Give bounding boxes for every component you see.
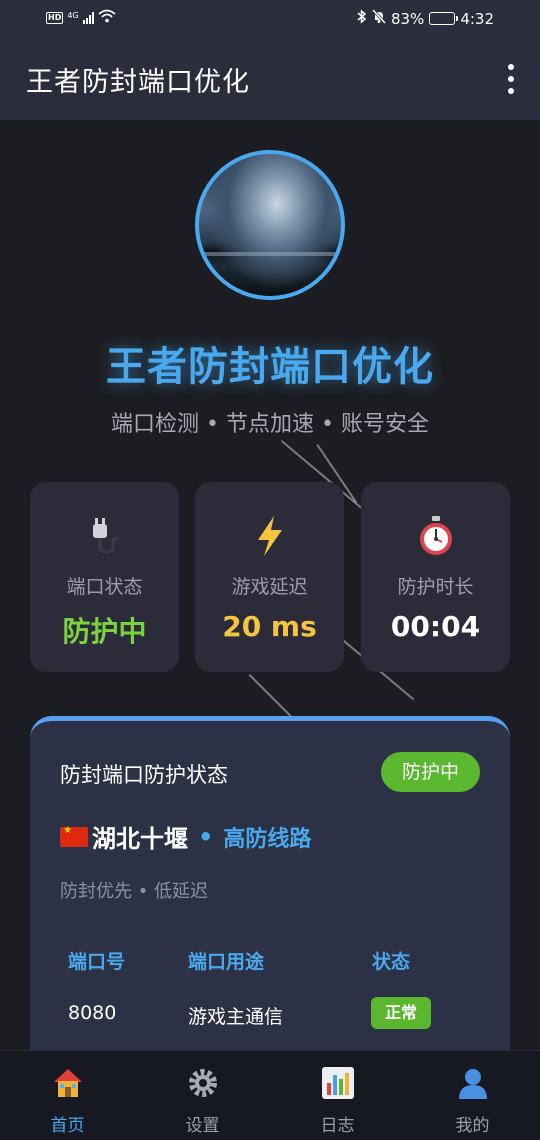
stat-label: 防护时长 [397, 576, 474, 598]
battery-percent: 83% [390, 9, 425, 28]
stat-value: 防护中 [62, 615, 147, 648]
feature-tags: 防封优先 • 低延迟 [60, 881, 209, 902]
port-status-badge: 正常 [371, 997, 431, 1029]
app-bar: 王者防封端口优化 [0, 36, 540, 120]
column-header-port: 端口号 [68, 951, 126, 973]
stat-card-protection-duration: 防护时长 00:04 [361, 482, 510, 672]
column-header-usage: 端口用途 [188, 951, 265, 973]
nav-label: 设置 [185, 1116, 220, 1136]
status-bar-left: HD 4G [46, 9, 116, 27]
hero-title: 王者防封端口优化 [106, 344, 434, 390]
bottom-navigation: 首页 设置 日志 我的 [0, 1050, 540, 1140]
home-icon [0, 1065, 135, 1108]
status-bar: HD 4G 83% 4:32 [0, 0, 540, 36]
stat-label: 游戏延迟 [231, 576, 308, 598]
stat-value: 00:04 [390, 610, 481, 643]
gear-icon [135, 1065, 270, 1108]
wifi-icon [98, 9, 116, 27]
protection-status-card: 防封端口防护状态 防护中 湖北十堰 • 高防线路 防封优先 • 低延迟 端口号 … [30, 716, 510, 1076]
separator-dot: • [198, 822, 214, 851]
nav-item-profile[interactable]: 我的 [405, 1051, 540, 1140]
hero-subtitle: 端口检测 • 节点加速 • 账号安全 [111, 412, 429, 437]
stopwatch-icon [361, 514, 510, 567]
user-icon [405, 1065, 540, 1108]
nav-item-settings[interactable]: 设置 [135, 1051, 270, 1140]
hd-icon: HD [46, 12, 64, 24]
lightning-icon [195, 514, 344, 567]
nav-label: 我的 [455, 1116, 490, 1136]
nav-item-logs[interactable]: 日志 [270, 1051, 405, 1140]
more-vertical-icon[interactable] [504, 64, 518, 94]
stat-card-port-status: 端口状态 防护中 [30, 482, 179, 672]
card-title: 防封端口防护状态 [60, 763, 228, 787]
mute-bell-icon [371, 8, 387, 28]
network-type: 4G [67, 10, 79, 20]
chart-icon [270, 1065, 405, 1108]
decorative-streak [248, 674, 293, 718]
signal-icon [82, 12, 94, 24]
column-header-status: 状态 [372, 951, 411, 973]
status-bar-right: 83% 4:32 [357, 8, 494, 28]
table-cell-usage: 游戏主通信 [188, 1006, 284, 1028]
location-name: 湖北十堰 [92, 825, 188, 853]
nav-item-home[interactable]: 首页 [0, 1051, 135, 1140]
clock: 4:32 [460, 9, 494, 28]
stat-value: 20 ms [222, 610, 317, 643]
nav-label: 日志 [320, 1116, 355, 1136]
avatar-image [195, 150, 345, 300]
stat-card-game-latency: 游戏延迟 20 ms [195, 482, 344, 672]
stat-label: 端口状态 [66, 576, 143, 598]
nav-label: 首页 [50, 1116, 85, 1136]
app-bar-title: 王者防封端口优化 [26, 67, 250, 98]
line-type: 高防线路 [223, 826, 312, 852]
server-location: 湖北十堰 • 高防线路 [60, 819, 311, 854]
status-badge: 防护中 [381, 752, 480, 792]
battery-icon [429, 12, 459, 25]
china-flag-icon [60, 825, 88, 847]
plug-icon [30, 514, 179, 567]
table-cell-port: 8080 [68, 1002, 117, 1024]
bluetooth-icon [357, 9, 367, 28]
